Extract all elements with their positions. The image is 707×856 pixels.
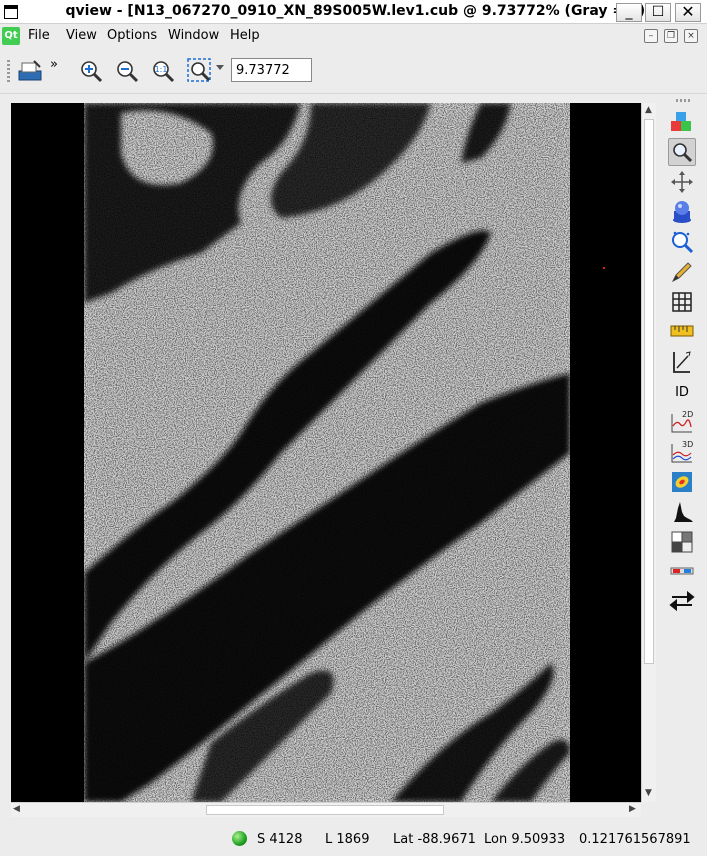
minimize-button[interactable]: _ [616, 3, 642, 22]
stereo-tool-icon[interactable] [668, 558, 696, 586]
status-latitude: Lat -88.9671 [393, 832, 476, 847]
menu-bar: Qt File View Options Window Help – ❐ × [0, 25, 707, 47]
horizontal-scrollbar[interactable]: ◀ ▶ [11, 802, 641, 817]
vertical-scroll-thumb[interactable] [644, 119, 654, 664]
image-viewport[interactable] [11, 103, 641, 802]
plot-2d-label: 2D [682, 410, 693, 419]
close-button[interactable]: ✕ [675, 3, 701, 22]
status-pixel-value: 0.121761567891 [579, 832, 691, 847]
status-longitude: Lon 9.50933 [484, 832, 566, 847]
cube-image[interactable] [11, 103, 641, 802]
zoom-in-icon[interactable] [77, 57, 105, 85]
scroll-left-arrow-icon[interactable]: ◀ [13, 804, 20, 814]
zoom-menu-chevron-down-icon[interactable] [216, 65, 224, 70]
match-tool-icon[interactable] [668, 528, 696, 556]
plot-2d-tool-icon[interactable]: 2D [668, 408, 696, 436]
status-sample: S 4128 [257, 832, 303, 847]
zoom-factor-input[interactable] [231, 58, 312, 82]
mdi-restore-icon[interactable]: ❐ [664, 29, 678, 43]
plot-3d-label: 3D [682, 440, 693, 449]
scroll-right-arrow-icon[interactable]: ▶ [629, 804, 636, 814]
toolbar-grip-icon[interactable] [7, 60, 10, 82]
zoom-tool-icon[interactable] [668, 138, 696, 166]
status-line: L 1869 [325, 832, 370, 847]
horizontal-scroll-thumb[interactable] [206, 805, 444, 815]
window-title: qview - [N13_067270_0910_XN_89S005W.lev1… [65, 3, 652, 19]
menu-view[interactable]: View [66, 28, 97, 43]
zoom-out-icon[interactable] [113, 57, 141, 85]
qt-logo-icon: Qt [2, 27, 20, 45]
open-file-icon[interactable] [16, 57, 44, 85]
tool-palette: ID 2D 3D [662, 95, 707, 820]
plot-3d-tool-icon[interactable]: 3D [668, 438, 696, 466]
status-bar: S 4128 L 1869 Lat -88.9671 Lon 9.50933 0… [0, 826, 707, 856]
menu-options[interactable]: Options [107, 28, 157, 43]
pan-tool-icon[interactable] [668, 168, 696, 196]
scatter-plot-tool-icon[interactable] [668, 468, 696, 496]
band-combination-tool-icon[interactable] [668, 109, 696, 137]
histogram-tool-icon[interactable] [668, 498, 696, 526]
feature-id-tool-icon[interactable]: ID [668, 379, 696, 407]
scroll-up-arrow-icon[interactable]: ▲ [645, 105, 652, 115]
menu-file[interactable]: File [28, 28, 50, 43]
scroll-down-arrow-icon[interactable]: ▼ [645, 788, 652, 798]
zoom-fit-icon[interactable] [186, 57, 214, 85]
title-bar: qview - [N13_067270_0910_XN_89S005W.lev1… [0, 0, 707, 24]
zoom-actual-size-icon[interactable]: 1:1 [149, 57, 177, 85]
status-indicator-icon [232, 831, 247, 846]
mdi-minimize-icon[interactable]: – [644, 29, 658, 43]
tool-palette-grip-icon[interactable] [676, 99, 690, 102]
vertical-scrollbar[interactable]: ▲ ▼ [641, 103, 656, 802]
menu-help[interactable]: Help [230, 28, 260, 43]
find-tool-icon[interactable] [668, 228, 696, 256]
maximize-button[interactable]: ☐ [645, 3, 671, 22]
toolbar-overflow-icon[interactable]: » [50, 57, 58, 72]
stretch-tool-icon[interactable] [668, 198, 696, 226]
spatial-plot-tool-icon[interactable] [668, 348, 696, 376]
menu-window[interactable]: Window [168, 28, 219, 43]
toolbar: » 1:1 [0, 48, 707, 94]
advanced-tracking-tool-icon[interactable] [668, 587, 696, 615]
mdi-close-icon[interactable]: × [684, 29, 698, 43]
edit-pencil-tool-icon[interactable] [668, 258, 696, 286]
measure-tool-icon[interactable] [668, 317, 696, 345]
svg-text:1:1: 1:1 [155, 65, 168, 74]
blink-grid-tool-icon[interactable] [668, 288, 696, 316]
